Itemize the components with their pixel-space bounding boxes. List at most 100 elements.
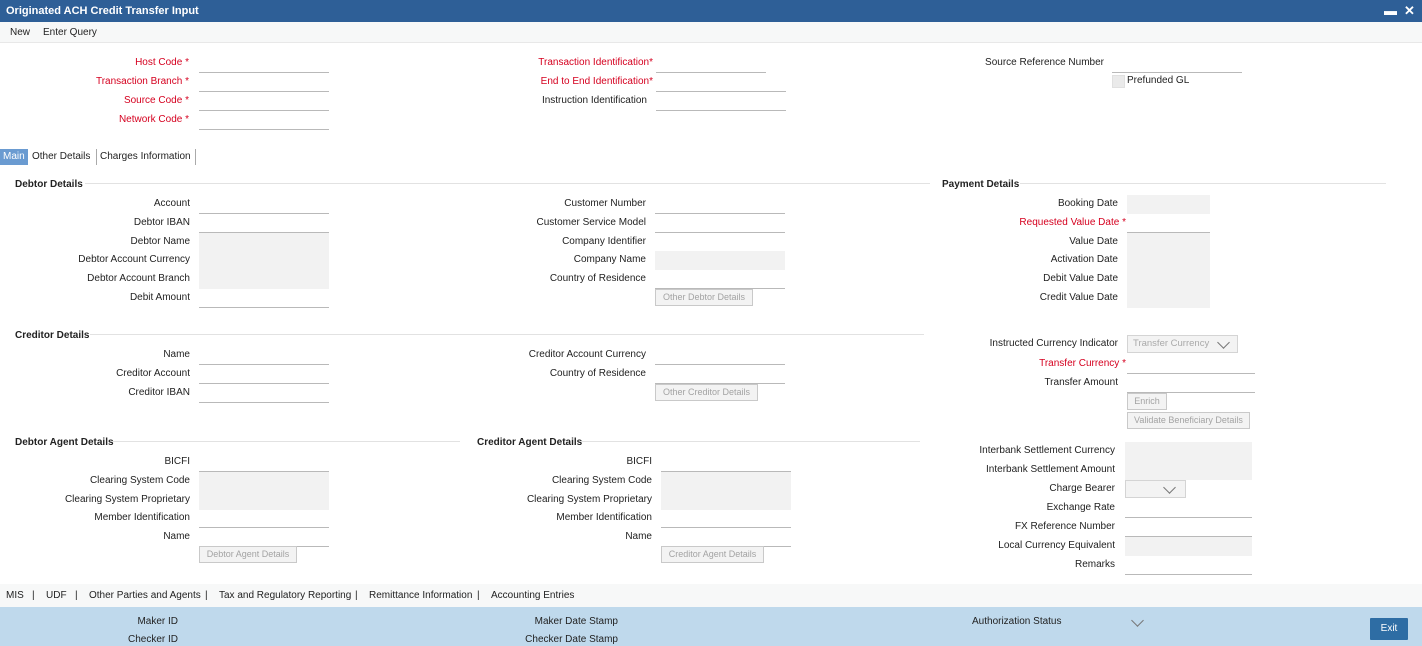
debtor-agent-clearing-system-proprietary-label: Clearing System Proprietary <box>64 494 190 505</box>
minimize-icon[interactable]: ▬ <box>1384 3 1397 18</box>
transfer-currency-input[interactable] <box>1127 355 1255 374</box>
creditor-agent-clearing-system-code-field <box>661 472 791 491</box>
bottom-tab-separator: | <box>32 590 35 601</box>
fx-reference-number-input[interactable] <box>1125 518 1252 537</box>
creditor-name-label: Name <box>163 349 190 360</box>
company-identifier-input[interactable] <box>655 233 785 252</box>
creditor-agent-bicfi-label: BICFI <box>626 456 652 467</box>
authorization-status-label: Authorization Status <box>972 616 1062 627</box>
source-reference-number-input[interactable] <box>1112 54 1242 73</box>
other-debtor-details-button[interactable]: Other Debtor Details <box>655 289 753 306</box>
debtor-agent-name-input[interactable] <box>199 528 329 547</box>
debtor-details-heading: Debtor Details <box>15 179 83 190</box>
creditor-agent-member-identification-input[interactable] <box>661 509 791 528</box>
creditor-agent-member-identification-label: Member Identification <box>556 512 652 523</box>
section-divider <box>1020 183 1386 184</box>
local-currency-equivalent-label: Local Currency Equivalent <box>998 540 1115 551</box>
authorization-status-chevron-icon[interactable] <box>1131 614 1144 627</box>
mis-link[interactable]: MIS <box>6 590 24 601</box>
customer-service-model-input[interactable] <box>655 214 785 233</box>
creditor-account-label: Creditor Account <box>116 368 190 379</box>
charge-bearer-select[interactable] <box>1125 480 1186 498</box>
enrich-button[interactable]: Enrich <box>1127 393 1167 410</box>
accounting-entries-link[interactable]: Accounting Entries <box>491 590 574 601</box>
udf-link[interactable]: UDF <box>46 590 67 601</box>
end-to-end-identification-input[interactable] <box>656 73 786 92</box>
creditor-iban-input[interactable] <box>199 384 329 403</box>
company-name-label: Company Name <box>573 254 646 265</box>
tax-regulatory-link[interactable]: Tax and Regulatory Reporting <box>219 590 351 601</box>
creditor-agent-name-input[interactable] <box>661 528 791 547</box>
country-of-residence-input[interactable] <box>655 270 785 289</box>
debtor-iban-label: Debtor IBAN <box>133 217 190 228</box>
interbank-settlement-currency-label: Interbank Settlement Currency <box>979 445 1115 456</box>
end-to-end-identification-label: End to End Identification* <box>540 76 653 87</box>
debtor-account-currency-field <box>199 251 329 270</box>
interbank-settlement-currency-field <box>1125 442 1252 461</box>
customer-number-input[interactable] <box>655 195 785 214</box>
debtor-agent-clearing-system-code-label: Clearing System Code <box>89 475 190 486</box>
transaction-branch-input[interactable] <box>199 73 329 92</box>
creditor-details-heading: Creditor Details <box>15 330 90 341</box>
debtor-name-label: Debtor Name <box>130 236 190 247</box>
instruction-identification-input[interactable] <box>656 92 786 111</box>
debtor-iban-input[interactable] <box>199 214 329 233</box>
debit-value-date-field <box>1127 270 1210 289</box>
account-input[interactable] <box>199 195 329 214</box>
debtor-account-branch-label: Debtor Account Branch <box>87 273 190 284</box>
close-icon[interactable]: ✕ <box>1404 3 1415 19</box>
value-date-field <box>1127 233 1210 252</box>
new-menu-item[interactable]: New <box>10 27 30 38</box>
checker-date-stamp-label: Checker Date Stamp <box>525 634 618 645</box>
local-currency-equivalent-field <box>1125 537 1252 556</box>
debtor-agent-bicfi-input[interactable] <box>199 453 329 472</box>
network-code-input[interactable] <box>199 111 329 130</box>
network-code-label: Network Code * <box>118 114 189 125</box>
tab-main[interactable]: Main <box>0 149 28 165</box>
debtor-agent-member-identification-input[interactable] <box>199 509 329 528</box>
creditor-agent-clearing-system-proprietary-label: Clearing System Proprietary <box>526 494 652 505</box>
creditor-account-input[interactable] <box>199 365 329 384</box>
debtor-agent-clearing-system-code-field <box>199 472 329 491</box>
creditor-account-currency-label: Creditor Account Currency <box>528 349 646 360</box>
debtor-agent-details-button[interactable]: Debtor Agent Details <box>199 546 297 563</box>
creditor-account-currency-input[interactable] <box>655 346 785 365</box>
exchange-rate-input[interactable] <box>1125 499 1252 518</box>
debtor-agent-name-label: Name <box>163 531 190 542</box>
creditor-agent-bicfi-input[interactable] <box>661 453 791 472</box>
bottom-tab-bar: MIS | UDF | Other Parties and Agents | T… <box>0 584 1422 607</box>
tab-charges-information[interactable]: Charges Information <box>100 149 191 165</box>
debit-amount-label: Debit Amount <box>129 292 190 303</box>
fx-reference-number-label: FX Reference Number <box>1014 521 1115 532</box>
other-creditor-details-button[interactable]: Other Creditor Details <box>655 384 758 401</box>
exit-button[interactable]: Exit <box>1370 618 1408 640</box>
other-parties-link[interactable]: Other Parties and Agents <box>89 590 201 601</box>
remittance-information-link[interactable]: Remittance Information <box>369 590 472 601</box>
transaction-identification-input[interactable] <box>656 54 766 73</box>
prefunded-gl-checkbox[interactable] <box>1112 75 1125 88</box>
creditor-agent-details-button[interactable]: Creditor Agent Details <box>661 546 764 563</box>
creditor-name-input[interactable] <box>199 346 329 365</box>
host-code-input[interactable] <box>199 54 329 73</box>
transaction-identification-label: Transaction Identification* <box>538 57 653 68</box>
validate-beneficiary-details-button[interactable]: Validate Beneficiary Details <box>1127 412 1250 429</box>
creditor-country-of-residence-input[interactable] <box>655 365 785 384</box>
interbank-settlement-amount-field <box>1125 461 1252 480</box>
customer-number-label: Customer Number <box>564 198 646 209</box>
debtor-agent-member-identification-label: Member Identification <box>94 512 190 523</box>
country-of-residence-label: Country of Residence <box>549 273 646 284</box>
remarks-input[interactable] <box>1125 556 1252 575</box>
creditor-agent-name-label: Name <box>625 531 652 542</box>
customer-service-model-label: Customer Service Model <box>536 217 646 228</box>
audit-footer: Maker ID Checker ID Maker Date Stamp Che… <box>0 607 1422 646</box>
transfer-amount-input[interactable] <box>1127 374 1255 393</box>
booking-date-field <box>1127 195 1210 214</box>
instructed-currency-indicator-label: Instructed Currency Indicator <box>989 338 1118 349</box>
enter-query-menu-item[interactable]: Enter Query <box>43 27 97 38</box>
source-code-input[interactable] <box>199 92 329 111</box>
requested-value-date-input[interactable] <box>1127 214 1210 233</box>
prefunded-gl-label: Prefunded GL <box>1127 75 1190 86</box>
tab-other-details[interactable]: Other Details <box>32 149 90 165</box>
instructed-currency-indicator-select[interactable]: Transfer Currency <box>1127 335 1238 353</box>
debit-amount-input[interactable] <box>199 289 329 308</box>
